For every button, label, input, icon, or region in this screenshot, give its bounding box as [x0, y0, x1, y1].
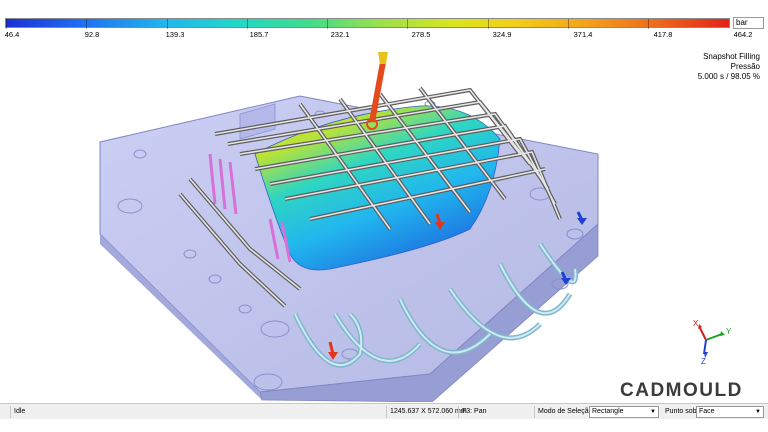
legend-tick-label: 139.3: [165, 30, 185, 39]
bottom-strip: [0, 419, 768, 432]
legend-tick-label: 185.7: [249, 30, 269, 39]
chevron-down-icon: ▼: [650, 409, 656, 415]
3d-viewport[interactable]: [0, 44, 768, 403]
legend-unit-field[interactable]: bar: [733, 17, 764, 29]
point-on-select[interactable]: Face ▼: [696, 406, 764, 418]
status-bar: Idle 1245.637 X 572.060 mm F3: Pan Modo …: [0, 403, 768, 419]
axis-x-label: X: [693, 319, 699, 328]
point-on-value: Face: [699, 408, 715, 415]
legend-tick-label: 417.8: [653, 30, 673, 39]
cadmould-window: bar 46.4 92.8 139.3 185.7 232.1 278.5 32…: [0, 0, 768, 432]
status-tool: F3: Pan: [458, 406, 534, 418]
cadmould-logo: CADMOULD: [620, 380, 743, 401]
axis-triad: X Y Z: [688, 318, 736, 366]
legend-tick-label: 371.4: [573, 30, 593, 39]
legend-tick-label: 464.2: [733, 30, 753, 39]
axis-y-label: Y: [726, 327, 732, 336]
chevron-down-icon: ▼: [755, 409, 761, 415]
selection-mode-value: Rectangle: [592, 408, 624, 415]
axis-z-label: Z: [701, 357, 706, 364]
legend-tick-label: 46.4: [4, 30, 20, 39]
point-on-label: Punto sobre: [665, 408, 703, 415]
legend-tick-label: 232.1: [330, 30, 350, 39]
pressure-legend: bar 46.4 92.8 139.3 185.7 232.1 278.5 32…: [0, 14, 768, 40]
status-coordinates: 1245.637 X 572.060 mm: [386, 406, 467, 418]
mould-model: [99, 52, 599, 403]
legend-tick-label: 278.5: [411, 30, 431, 39]
legend-color-scale: [5, 18, 730, 29]
selection-mode-label: Modo de Seleção: [534, 406, 592, 418]
legend-tick-label: 92.8: [84, 30, 100, 39]
legend-tick-label: 324.9: [492, 30, 512, 39]
status-state: Idle: [10, 406, 386, 418]
selection-mode-select[interactable]: Rectangle ▼: [589, 406, 659, 418]
